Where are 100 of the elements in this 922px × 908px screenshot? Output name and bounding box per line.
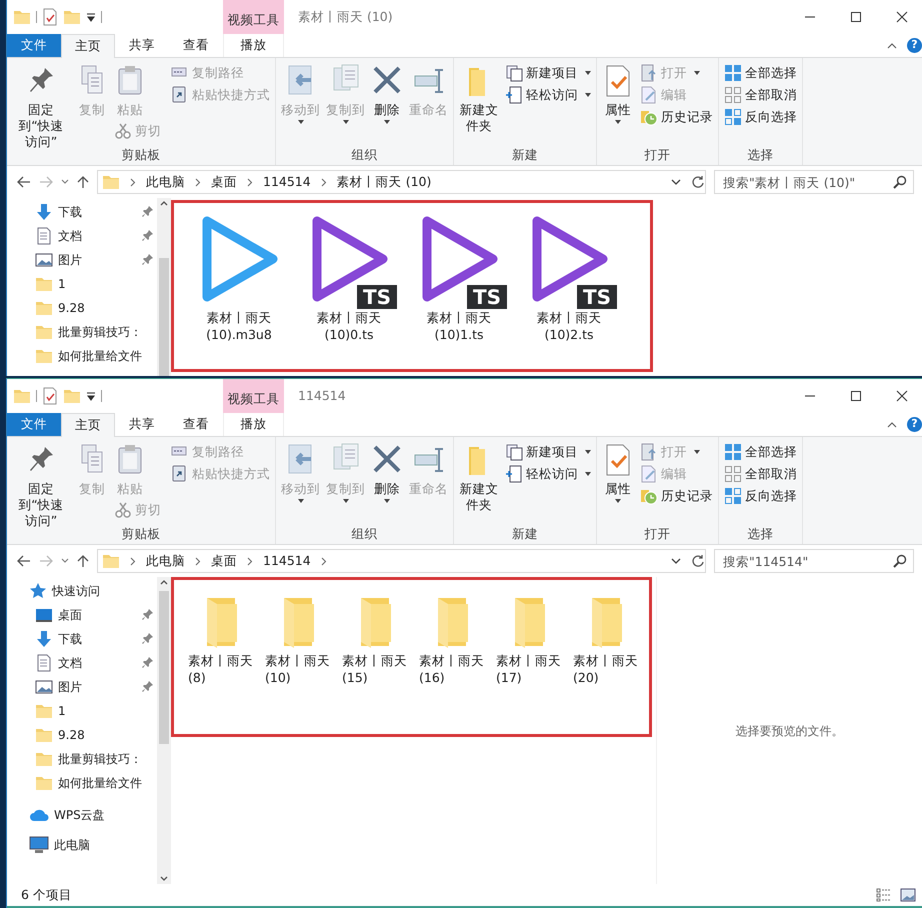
maximize-icon[interactable]: [850, 390, 862, 402]
file-name[interactable]: 素材丨雨天 (10)0.ts: [312, 309, 386, 343]
file-name[interactable]: 素材丨雨天 (10)1.ts: [422, 309, 496, 343]
ribbon-tab[interactable]: 查看: [169, 413, 223, 436]
ribbon-button[interactable]: 删除: [369, 441, 405, 505]
search-icon[interactable]: [893, 175, 907, 189]
file-name[interactable]: 素材丨雨天 (15): [342, 652, 408, 686]
document-icon[interactable]: [35, 227, 53, 245]
up-icon[interactable]: [77, 554, 89, 568]
search-field[interactable]: 搜索"114514": [714, 549, 914, 573]
close-icon[interactable]: [896, 11, 908, 23]
sidebar-item[interactable]: 1: [58, 275, 66, 293]
breadcrumb[interactable]: 114514: [263, 172, 311, 192]
ribbon-button[interactable]: 历史记录: [638, 106, 715, 128]
ribbon-tab[interactable]: 共享: [115, 413, 169, 436]
download-icon[interactable]: [35, 630, 53, 648]
cloud-icon[interactable]: [29, 807, 49, 823]
back-icon[interactable]: [17, 176, 31, 188]
sidebar-item[interactable]: 批量剪辑技巧：: [58, 750, 142, 768]
recent-locations-icon[interactable]: [61, 558, 69, 564]
sidebar-item[interactable]: 此电脑: [54, 836, 90, 854]
file-name[interactable]: 素材丨雨天 (10).m3u8: [202, 309, 276, 343]
ribbon-button[interactable]: 全部取消: [722, 84, 799, 106]
sidebar-item[interactable]: WPS云盘: [54, 806, 105, 824]
ribbon-button[interactable]: 全部选择: [722, 441, 799, 463]
star-icon[interactable]: [29, 582, 47, 600]
up-icon[interactable]: [77, 175, 89, 189]
properties-icon[interactable]: [42, 387, 58, 405]
sidebar-item[interactable]: 如何批量给文件: [58, 347, 142, 365]
refresh-icon[interactable]: [691, 175, 705, 189]
address-bar[interactable]: 此电脑 桌面 114514 素材丨雨天 (10): [97, 170, 706, 194]
ribbon-button[interactable]: 新建文件夹: [457, 62, 501, 136]
sidebar-item[interactable]: 快速访问: [52, 582, 100, 600]
ribbon-button[interactable]: 新建项目: [503, 62, 593, 84]
address-bar[interactable]: 此电脑 桌面 114514: [97, 549, 706, 573]
ribbon-button[interactable]: 删除: [369, 62, 405, 126]
back-icon[interactable]: [17, 555, 31, 567]
ribbon-button[interactable]: 反向选择: [722, 106, 799, 128]
sidebar-item[interactable]: 文档: [58, 654, 82, 672]
large-icons-view-icon[interactable]: [900, 888, 916, 902]
collapse-ribbon-icon[interactable]: [887, 421, 897, 428]
scrollbar[interactable]: [157, 198, 171, 376]
ribbon-tab[interactable]: 查看: [169, 34, 223, 57]
breadcrumb[interactable]: 素材丨雨天 (10): [336, 172, 432, 192]
ribbon-tab[interactable]: 播放: [223, 34, 284, 57]
ribbon-button[interactable]: 轻松访问: [503, 84, 593, 106]
file-name[interactable]: 素材丨雨天 (10)2.ts: [532, 309, 606, 343]
sidebar-item[interactable]: 文档: [58, 227, 82, 245]
breadcrumb[interactable]: 桌面: [211, 172, 237, 192]
ribbon-button[interactable]: 历史记录: [638, 485, 715, 507]
ribbon-button[interactable]: 新建项目: [503, 441, 593, 463]
file-name[interactable]: 素材丨雨天 (16): [419, 652, 485, 686]
sidebar-item[interactable]: 1: [58, 702, 66, 720]
computer-icon[interactable]: [29, 836, 49, 854]
picture-icon[interactable]: [35, 678, 53, 696]
sidebar-item[interactable]: 下载: [58, 630, 82, 648]
ribbon-tab[interactable]: 共享: [115, 34, 169, 57]
ribbon-button[interactable]: 轻松访问: [503, 463, 593, 485]
sidebar-item[interactable]: 图片: [58, 251, 82, 269]
ribbon-button[interactable]: 反向选择: [722, 485, 799, 507]
customize-dropdown-icon[interactable]: [86, 391, 96, 401]
sidebar-item[interactable]: 9.28: [58, 726, 85, 744]
close-icon[interactable]: [896, 390, 908, 402]
ribbon-button[interactable]: 新建文件夹: [457, 441, 501, 515]
ribbon-tab[interactable]: 主页: [61, 34, 115, 58]
customize-dropdown-icon[interactable]: [86, 12, 96, 22]
ribbon-tab[interactable]: 播放: [223, 413, 284, 436]
ribbon-button[interactable]: 固定到“快速访问”: [10, 441, 72, 531]
file-name[interactable]: 素材丨雨天 (8): [188, 652, 254, 686]
file-menu-tab[interactable]: 文件: [7, 34, 61, 57]
refresh-icon[interactable]: [691, 554, 705, 568]
desktop-icon[interactable]: [35, 606, 53, 624]
file-name[interactable]: 素材丨雨天 (17): [496, 652, 562, 686]
ribbon-button[interactable]: 属性: [600, 441, 636, 505]
breadcrumb[interactable]: 桌面: [211, 552, 237, 570]
file-menu-tab[interactable]: 文件: [7, 413, 61, 436]
sidebar-item[interactable]: 9.28: [58, 299, 85, 317]
ribbon-tab[interactable]: 主页: [61, 413, 115, 437]
dropdown-icon[interactable]: [671, 179, 681, 185]
sidebar-item[interactable]: 下载: [58, 203, 82, 221]
ribbon-button[interactable]: 属性: [600, 62, 636, 126]
ribbon-button[interactable]: 全部选择: [722, 62, 799, 84]
download-icon[interactable]: [35, 203, 53, 221]
file-name[interactable]: 素材丨雨天 (10): [265, 652, 331, 686]
sidebar-item[interactable]: 图片: [58, 678, 82, 696]
search-icon[interactable]: [893, 554, 907, 568]
search-field[interactable]: 搜索"素材丨雨天 (10)": [714, 170, 914, 194]
help-icon[interactable]: ?: [907, 417, 922, 432]
sidebar-item[interactable]: 批量剪辑技巧：: [58, 323, 142, 341]
ribbon-button[interactable]: 固定到“快速访问”: [10, 62, 72, 152]
file-name[interactable]: 素材丨雨天 (20): [573, 652, 639, 686]
sidebar-item[interactable]: 如何批量给文件: [58, 774, 142, 792]
properties-icon[interactable]: [42, 8, 58, 26]
collapse-ribbon-icon[interactable]: [887, 42, 897, 49]
maximize-icon[interactable]: [850, 11, 862, 23]
breadcrumb[interactable]: 114514: [263, 552, 311, 570]
breadcrumb[interactable]: 此电脑: [146, 552, 185, 570]
scrollbar[interactable]: [157, 577, 171, 884]
dropdown-icon[interactable]: [671, 558, 681, 564]
breadcrumb[interactable]: 此电脑: [146, 172, 185, 192]
